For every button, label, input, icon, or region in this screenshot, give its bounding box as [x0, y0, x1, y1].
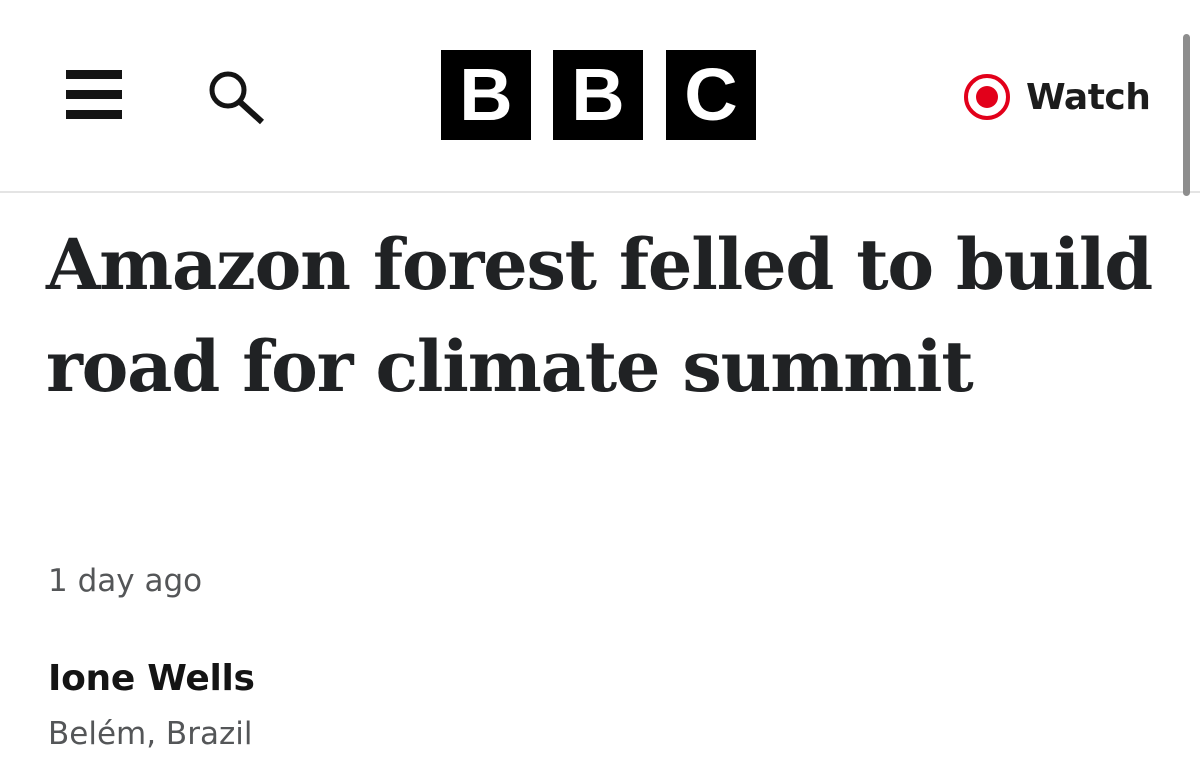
scrollbar[interactable]: [1183, 34, 1190, 196]
site-header: B B C Watch: [0, 0, 1200, 196]
article-timestamp: 1 day ago: [48, 563, 203, 599]
menu-button[interactable]: [62, 66, 122, 124]
author-name[interactable]: Ione Wells: [48, 658, 255, 699]
live-record-icon: [964, 74, 1010, 120]
search-icon: [209, 71, 265, 125]
bbc-logo[interactable]: B B C: [441, 50, 757, 140]
watch-label: Watch: [1026, 76, 1151, 118]
logo-letter: B: [441, 50, 531, 140]
watch-button[interactable]: Watch: [964, 70, 1151, 124]
author-location: Belém, Brazil: [48, 716, 253, 752]
logo-letter: C: [666, 50, 756, 140]
article-headline: Amazon forest felled to build road for c…: [46, 223, 1153, 408]
search-button[interactable]: [204, 66, 270, 126]
logo-letter: B: [553, 50, 643, 140]
